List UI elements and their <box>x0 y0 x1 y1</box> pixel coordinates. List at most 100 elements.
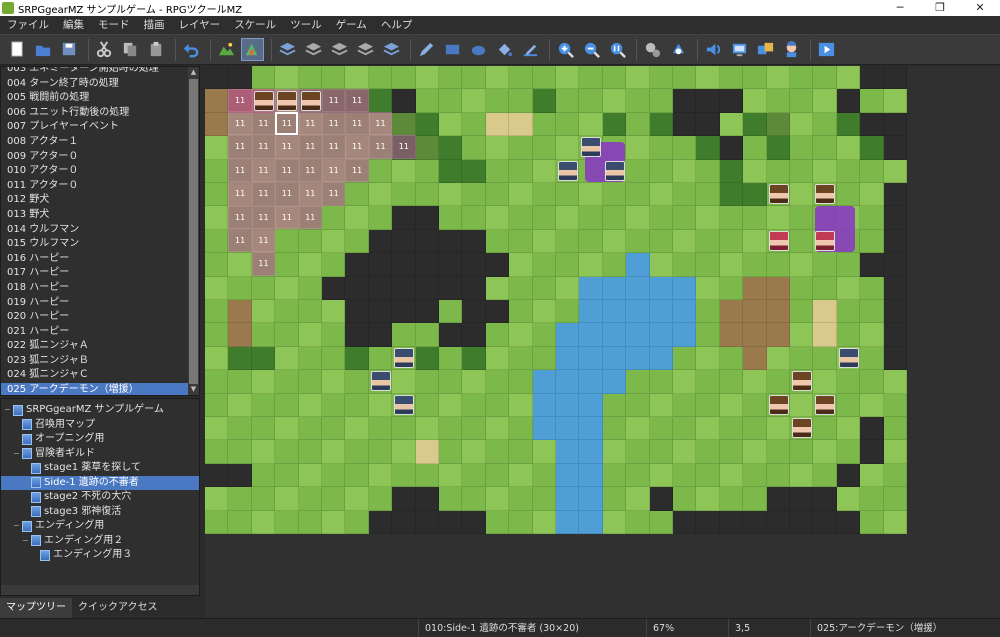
unit-event-sprite[interactable] <box>815 231 836 251</box>
map-tile[interactable] <box>813 159 837 183</box>
map-tile[interactable] <box>743 417 767 441</box>
map-tile[interactable] <box>719 510 744 534</box>
map-tile[interactable] <box>790 89 814 113</box>
map-tile[interactable] <box>462 323 486 347</box>
map-tile[interactable] <box>392 183 416 207</box>
map-tile[interactable] <box>322 300 346 324</box>
map-tile[interactable] <box>696 346 720 371</box>
map-tile[interactable] <box>392 300 416 324</box>
map-tile[interactable] <box>415 393 439 417</box>
map-tile[interactable] <box>228 370 252 394</box>
scroll-down-icon[interactable]: ▼ <box>188 384 199 395</box>
map-tile[interactable] <box>298 66 322 90</box>
map-tile[interactable] <box>766 323 790 347</box>
map-tile[interactable] <box>696 417 720 441</box>
movement-range-tile[interactable]: 11 <box>345 88 369 112</box>
map-tile[interactable] <box>298 300 322 324</box>
map-tree-item[interactable]: Side-1 遺跡の不審者 <box>1 475 199 490</box>
map-tile[interactable] <box>322 393 346 417</box>
map-tile[interactable] <box>696 393 720 417</box>
map-tile[interactable] <box>790 253 814 277</box>
map-tile[interactable] <box>602 417 627 441</box>
map-tile[interactable] <box>626 229 650 254</box>
map-tile[interactable] <box>368 253 393 277</box>
menu-item-8[interactable]: ヘルプ <box>374 16 420 34</box>
map-tile[interactable] <box>556 112 580 137</box>
map-tile[interactable] <box>602 229 627 254</box>
map-tile[interactable] <box>322 463 346 488</box>
map-tile[interactable] <box>392 463 416 488</box>
map-tile[interactable] <box>883 487 907 511</box>
map-tile[interactable] <box>509 300 533 324</box>
event-list-item[interactable]: 010 アクター０ <box>1 164 189 179</box>
unit-event-sprite[interactable] <box>792 418 812 439</box>
map-tile[interactable] <box>532 370 556 394</box>
map-tile[interactable] <box>415 136 439 160</box>
map-tile[interactable] <box>696 487 720 511</box>
map-tile[interactable] <box>298 346 322 371</box>
map-tile[interactable] <box>602 346 627 371</box>
map-tile[interactable] <box>649 300 673 324</box>
unit-event-sprite[interactable] <box>277 90 298 111</box>
map-tile[interactable] <box>626 510 650 534</box>
map-tile[interactable] <box>298 440 322 464</box>
map-tile[interactable] <box>836 112 861 137</box>
map-tile[interactable] <box>649 346 673 371</box>
map-tile[interactable] <box>205 370 229 394</box>
map-tile[interactable] <box>696 112 720 137</box>
map-tile[interactable] <box>649 463 673 488</box>
map-tile[interactable] <box>462 370 486 394</box>
map-tile[interactable] <box>860 393 884 417</box>
map-tile[interactable] <box>462 253 486 277</box>
map-tile[interactable] <box>696 229 720 254</box>
map-tile[interactable] <box>719 136 744 160</box>
unit-event-sprite[interactable] <box>838 348 859 368</box>
map-tile[interactable] <box>298 276 322 300</box>
unit-event-sprite[interactable] <box>604 160 625 181</box>
map-tile[interactable] <box>462 206 486 230</box>
map-tile[interactable] <box>345 417 369 441</box>
zoom-in-button[interactable] <box>554 38 577 61</box>
map-tile[interactable] <box>696 510 720 534</box>
map-tile[interactable] <box>368 487 393 511</box>
map-tile[interactable] <box>485 136 510 160</box>
resource-manager-button[interactable] <box>754 38 777 61</box>
map-tile[interactable] <box>602 300 627 324</box>
map-tile[interactable] <box>790 276 814 300</box>
map-tile[interactable] <box>696 440 720 464</box>
map-tile[interactable] <box>743 136 767 160</box>
map-tile[interactable] <box>485 300 510 324</box>
map-tile[interactable] <box>205 440 229 464</box>
map-tile[interactable] <box>649 417 673 441</box>
movement-range-tile[interactable]: 11 <box>228 158 252 183</box>
map-tile[interactable] <box>579 440 603 464</box>
map-tile[interactable] <box>556 393 580 417</box>
movement-range-tile[interactable]: 11 <box>275 182 299 206</box>
map-tile[interactable] <box>509 487 533 511</box>
map-tile[interactable] <box>462 393 486 417</box>
map-tile[interactable] <box>205 346 229 371</box>
movement-range-tile[interactable]: 11 <box>251 205 276 229</box>
map-tile[interactable] <box>228 346 252 371</box>
map-tree-item[interactable]: − SRPGgearMZ サンプルゲーム <box>1 403 199 418</box>
map-tile[interactable] <box>579 417 603 441</box>
map-tile[interactable] <box>579 300 603 324</box>
map-tile[interactable] <box>860 253 884 277</box>
map-tile[interactable] <box>579 253 603 277</box>
map-tile[interactable] <box>579 463 603 488</box>
map-tile[interactable] <box>205 323 229 347</box>
map-tile[interactable] <box>883 206 907 230</box>
map-tile[interactable] <box>392 206 416 230</box>
map-tile[interactable] <box>462 229 486 254</box>
map-tile[interactable] <box>766 89 790 113</box>
map-tile[interactable] <box>509 136 533 160</box>
map-tile[interactable] <box>509 89 533 113</box>
map-tile[interactable] <box>743 323 767 347</box>
map-tile[interactable] <box>368 440 393 464</box>
map-tile[interactable] <box>649 229 673 254</box>
map-tile[interactable] <box>696 136 720 160</box>
map-tile[interactable] <box>368 276 393 300</box>
map-tile[interactable] <box>205 393 229 417</box>
map-tile[interactable] <box>813 463 837 488</box>
map-tile[interactable] <box>509 463 533 488</box>
